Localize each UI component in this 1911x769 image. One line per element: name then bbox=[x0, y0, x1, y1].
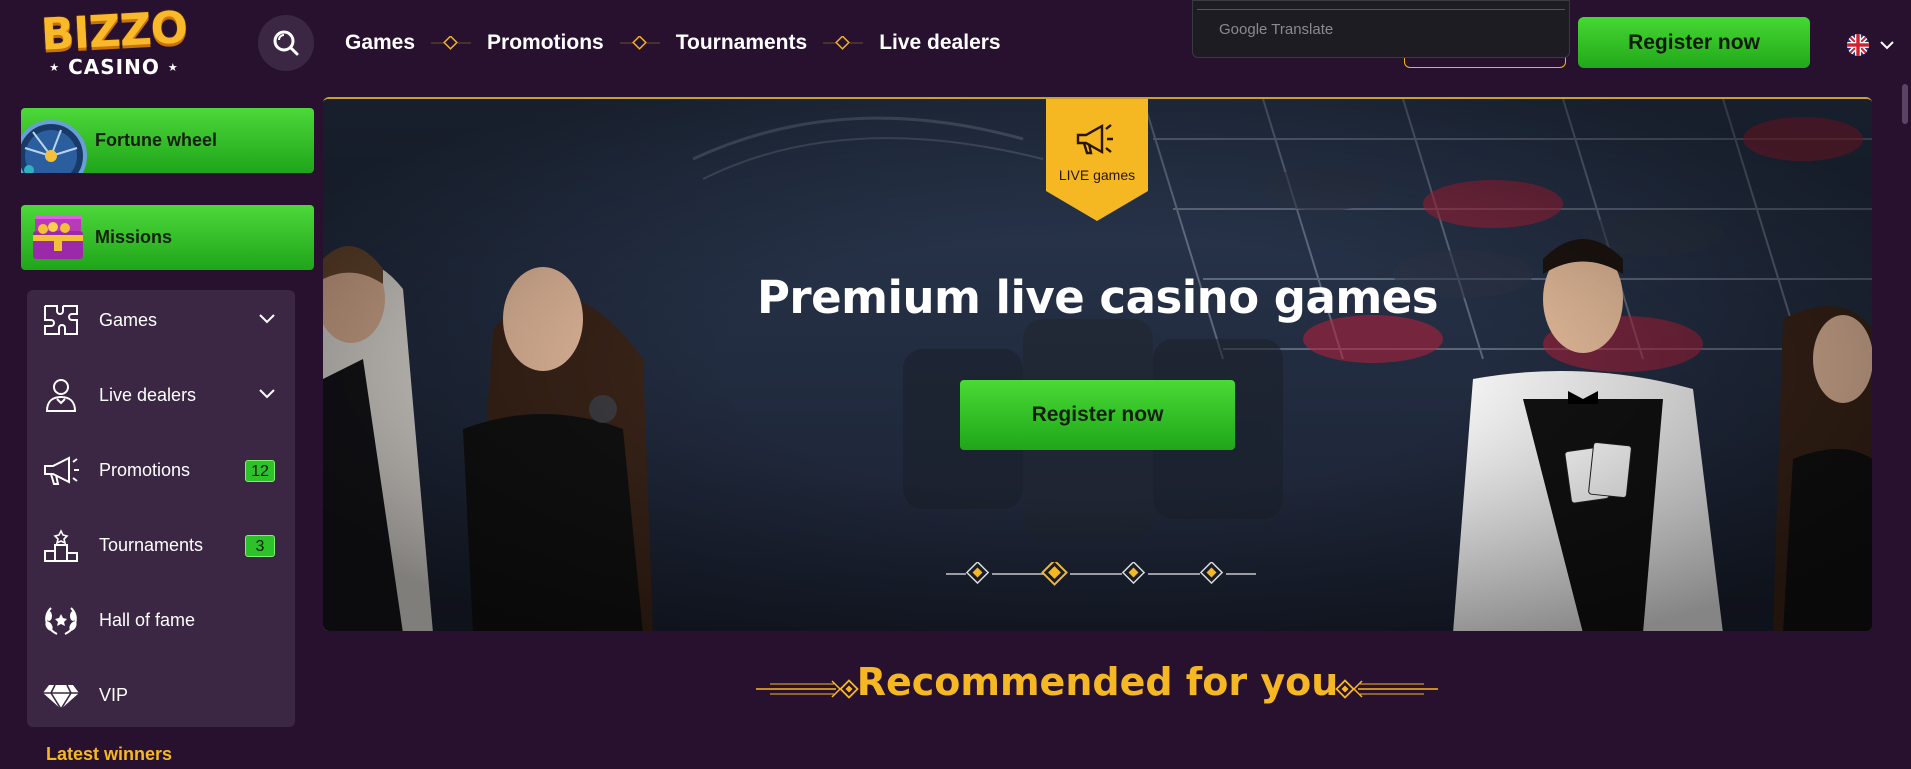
hero-banner: LIVE games Premium live casino games Reg… bbox=[323, 97, 1872, 631]
laurel-icon bbox=[45, 607, 77, 635]
missions-label: Missions bbox=[95, 227, 173, 247]
register-button-header[interactable]: Register now bbox=[1578, 17, 1810, 68]
live-games-tag-label: LIVE games bbox=[1058, 167, 1136, 183]
sidebar-item-vip[interactable]: VIP bbox=[27, 665, 295, 725]
chevron-down-icon bbox=[1880, 41, 1894, 50]
nav-promotions[interactable]: Promotions bbox=[487, 31, 604, 55]
live-games-tag: LIVE games bbox=[1046, 99, 1148, 221]
sidebar-item-label: Hall of fame bbox=[99, 609, 196, 630]
dealer-icon bbox=[45, 379, 77, 412]
uk-flag-icon bbox=[1847, 34, 1869, 56]
nav-separator-icon bbox=[415, 36, 487, 50]
megaphone-icon bbox=[44, 456, 79, 485]
sidebar-item-games[interactable]: Games bbox=[27, 290, 295, 350]
logo-wordmark: BIZZO bbox=[39, 2, 189, 61]
fortune-wheel-icon bbox=[21, 108, 95, 173]
sidebar-item-promotions[interactable]: Promotions 12 bbox=[27, 440, 295, 500]
search-button[interactable] bbox=[258, 15, 314, 71]
promotions-count-badge: 12 bbox=[245, 460, 275, 482]
nav-games[interactable]: Games bbox=[345, 31, 415, 55]
google-translate-label: Google Translate bbox=[1219, 21, 1334, 38]
sidebar-menu: Games Live dealers Promotions 12 Tournam… bbox=[27, 290, 295, 727]
search-icon bbox=[273, 30, 299, 56]
sidebar-item-label: Games bbox=[99, 309, 158, 330]
sidebar-item-live-dealers[interactable]: Live dealers bbox=[27, 365, 295, 425]
sidebar-item-tournaments[interactable]: Tournaments 3 bbox=[27, 515, 295, 575]
diamond-icon bbox=[43, 684, 79, 711]
slide-dot-3[interactable] bbox=[1121, 562, 1146, 585]
chevron-down-icon[interactable] bbox=[257, 312, 277, 326]
google-translate-popup: Google Translate bbox=[1192, 0, 1570, 58]
slide-dot-4[interactable] bbox=[1199, 562, 1224, 585]
latest-winners-heading: Latest winners bbox=[46, 744, 173, 764]
language-selector[interactable] bbox=[1846, 32, 1896, 58]
decorative-divider-right-icon bbox=[1335, 679, 1438, 699]
nav-live-dealers[interactable]: Live dealers bbox=[879, 31, 1000, 55]
fortune-wheel-button[interactable]: Fortune wheel bbox=[21, 108, 314, 173]
slider-pagination bbox=[946, 562, 1256, 586]
sidebar-item-label: Promotions bbox=[99, 459, 191, 480]
puzzle-icon bbox=[44, 305, 78, 335]
site-header: BIZZO ★ CASINO ★ Games Promotions Tourna… bbox=[0, 0, 1911, 97]
sidebar-item-label: Live dealers bbox=[99, 384, 197, 405]
podium-icon bbox=[44, 529, 78, 562]
sidebar-item-hall-of-fame[interactable]: Hall of fame bbox=[27, 590, 295, 650]
tournaments-count-badge: 3 bbox=[245, 535, 275, 557]
nav-tournaments[interactable]: Tournaments bbox=[676, 31, 807, 55]
treasure-chest-icon bbox=[21, 205, 95, 270]
nav-separator-icon bbox=[807, 36, 879, 50]
logo-subtitle: ★ CASINO ★ bbox=[49, 55, 179, 79]
register-button-hero[interactable]: Register now bbox=[960, 380, 1235, 450]
megaphone-icon bbox=[1046, 99, 1148, 221]
main-nav: Games Promotions Tournaments Live dealer… bbox=[345, 28, 1001, 58]
sidebar-item-label: Tournaments bbox=[99, 534, 204, 555]
nav-separator-icon bbox=[604, 36, 676, 50]
bizzo-casino-logo[interactable]: BIZZO ★ CASINO ★ bbox=[34, 2, 194, 79]
slide-dot-1[interactable] bbox=[965, 562, 990, 585]
missions-button[interactable]: Missions bbox=[21, 205, 314, 270]
slide-dot-2-active[interactable] bbox=[1041, 562, 1068, 586]
chevron-down-icon[interactable] bbox=[257, 387, 277, 401]
sidebar-item-label: VIP bbox=[99, 684, 129, 705]
fortune-wheel-label: Fortune wheel bbox=[95, 130, 218, 150]
page-scrollbar[interactable] bbox=[1902, 84, 1908, 124]
hero-title: Premium live casino games bbox=[756, 271, 1439, 324]
recommended-heading: Recommended for you bbox=[856, 660, 1339, 704]
